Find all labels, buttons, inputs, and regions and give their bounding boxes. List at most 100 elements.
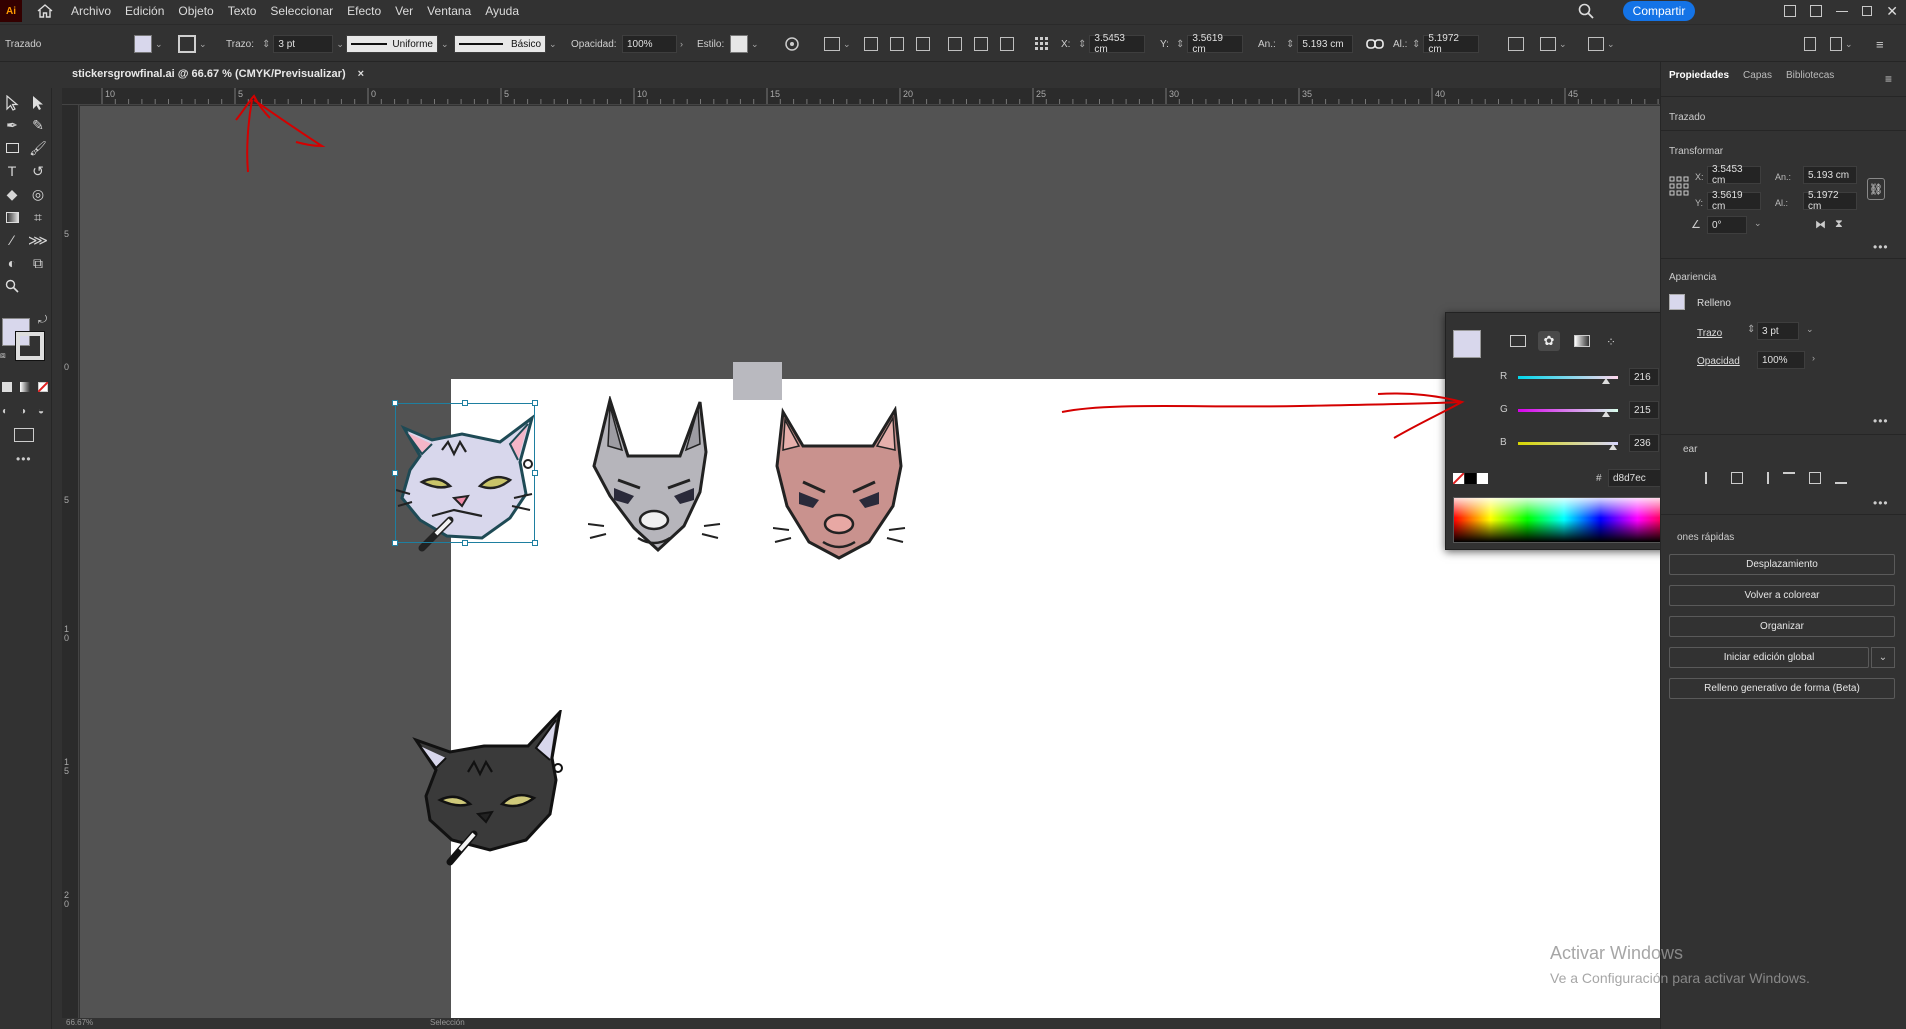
gradient-tab-icon[interactable] <box>1574 335 1590 347</box>
rotate-angle-field[interactable]: 0° <box>1707 216 1747 234</box>
menu-ver[interactable]: Ver <box>388 0 420 22</box>
align-bottom-icon[interactable] <box>1835 472 1847 484</box>
rectangle-tool-icon[interactable] <box>2 138 22 158</box>
align-left-icon[interactable] <box>864 35 878 53</box>
screen-mode-icon[interactable] <box>14 428 34 442</box>
none-mode-icon[interactable] <box>38 382 48 392</box>
mesh-tool-icon[interactable]: ⌗ <box>28 207 48 227</box>
align-right-icon[interactable] <box>1757 472 1769 484</box>
width-field[interactable]: 5.193 cm <box>1803 166 1857 184</box>
align-vcenter-icon[interactable] <box>1809 472 1821 484</box>
type-tool-icon[interactable]: T <box>2 161 22 181</box>
green-value-field[interactable]: 215 <box>1629 401 1659 419</box>
rotate-tool-icon[interactable]: ↺ <box>28 161 48 181</box>
current-fill-swatch[interactable] <box>1453 330 1481 358</box>
y-stepper[interactable]: ⇕ 3.5619 cm <box>1176 33 1244 55</box>
align-left-icon[interactable] <box>1705 472 1717 484</box>
blue-slider[interactable]: B 236 <box>1446 434 1684 452</box>
selection-tool-icon[interactable] <box>2 93 22 113</box>
stroke-stepper-icon[interactable]: ⇕ <box>1747 324 1755 335</box>
x-stepper[interactable]: ⇕ 3.5453 cm <box>1078 33 1146 55</box>
close-window-icon[interactable]: ✕ <box>1886 3 1898 20</box>
resize-handle[interactable] <box>462 540 468 546</box>
global-edit-dropdown-icon[interactable]: ⌄ <box>1871 647 1895 668</box>
blue-knob[interactable] <box>1609 444 1617 450</box>
color-mode-icon[interactable] <box>2 382 12 392</box>
horizontal-ruler[interactable]: 10 5 0 5 10 15 20 25 30 35 40 45 <box>62 88 1660 105</box>
variable-width-profile[interactable]: Uniforme ⌄ <box>346 35 449 53</box>
generative-shape-fill-button[interactable]: Relleno generativo de forma (Beta) <box>1669 678 1895 699</box>
white-swatch[interactable] <box>1477 473 1488 484</box>
arrange-icon[interactable] <box>1804 35 1816 53</box>
eyedropper-tool-icon[interactable]: ⁄ <box>2 230 22 250</box>
flip-horizontal-icon[interactable]: ⧓ <box>1815 218 1826 231</box>
align-hcenter-icon[interactable] <box>1731 472 1743 484</box>
green-slider[interactable]: G 215 <box>1446 401 1684 419</box>
menu-texto[interactable]: Texto <box>221 0 264 22</box>
draw-behind-icon[interactable]: ◑ <box>20 406 26 417</box>
red-slider[interactable]: R 216 <box>1446 368 1684 386</box>
tab-propiedades[interactable]: Propiedades <box>1669 70 1729 90</box>
graphic-style-swatch[interactable]: ⌄ <box>730 35 759 53</box>
share-button[interactable]: Compartir <box>1623 1 1695 21</box>
close-tab-icon[interactable]: × <box>358 68 364 80</box>
current-tool-status[interactable]: Selección <box>430 1018 465 1027</box>
curvature-tool-icon[interactable]: ✎ <box>28 115 48 135</box>
width-stepper[interactable]: ⇕ 5.193 cm <box>1286 35 1354 53</box>
stroke-weight-stepper[interactable]: ⇕ 3 pt ⌄ <box>262 35 344 53</box>
align-bottom-icon[interactable] <box>1000 35 1014 53</box>
resize-handle[interactable] <box>462 400 468 406</box>
reference-point-icon[interactable] <box>1034 35 1050 53</box>
selection-bounding-box[interactable] <box>392 400 538 546</box>
recolor-button[interactable]: Volver a colorear <box>1669 585 1895 606</box>
resize-handle[interactable] <box>532 540 538 546</box>
opacity-label[interactable]: Opacidad <box>1697 356 1740 367</box>
gray-rectangle-shape[interactable] <box>733 362 782 400</box>
stroke-swatch-control[interactable]: ⌄ <box>178 35 207 53</box>
shape-builder-icon[interactable]: ⌄ <box>1540 35 1567 53</box>
default-colors-icon[interactable]: ⧈ <box>0 350 6 361</box>
brush-definition[interactable]: Básico ⌄ <box>454 35 557 53</box>
align-to-icon[interactable]: ⌄ <box>824 35 851 53</box>
swap-fill-stroke-icon[interactable]: ⤾ <box>38 314 47 327</box>
direct-selection-tool-icon[interactable] <box>28 93 48 113</box>
menu-archivo[interactable]: Archivo <box>64 0 118 22</box>
resize-handle[interactable] <box>392 540 398 546</box>
black-cat-sticker[interactable] <box>410 710 565 872</box>
puppet-warp-icon[interactable]: ⌄ <box>1588 35 1615 53</box>
red-knob[interactable] <box>1602 378 1610 384</box>
draw-inside-icon[interactable]: ◒ <box>38 406 44 417</box>
align-right-icon[interactable] <box>916 35 930 53</box>
gradient-mode-icon[interactable] <box>20 382 30 392</box>
color-mixer-tab-icon[interactable]: ✿ <box>1538 331 1560 351</box>
height-field[interactable]: 5.1972 cm <box>1803 190 1857 212</box>
blue-value-field[interactable]: 236 <box>1629 434 1659 452</box>
opacity-field[interactable]: 100% <box>1757 351 1805 369</box>
opacity-expand-icon[interactable]: › <box>1812 353 1815 363</box>
document-tab[interactable]: stickersgrowfinal.ai @ 66.67 % (CMYK/Pre… <box>62 62 372 86</box>
angle-dropdown-icon[interactable]: ⌄ <box>1754 218 1762 229</box>
eraser-tool-icon[interactable]: ◆ <box>2 184 22 204</box>
none-swatch[interactable] <box>1453 473 1464 484</box>
panel-menu-icon[interactable]: ≡ <box>1885 72 1893 86</box>
tab-capas[interactable]: Capas <box>1743 70 1772 90</box>
flip-vertical-icon[interactable]: ⧗ <box>1835 218 1843 231</box>
transform-icon[interactable] <box>1508 35 1524 53</box>
menu-efecto[interactable]: Efecto <box>340 0 388 22</box>
stroke-weight-field[interactable]: 3 pt <box>273 35 334 53</box>
stroke-swatch[interactable] <box>15 331 45 361</box>
blend-tool-icon[interactable]: ⋙ <box>28 230 48 250</box>
x-field[interactable]: 3.5453 cm <box>1089 33 1146 55</box>
resize-handle[interactable] <box>392 470 398 476</box>
x-field[interactable]: 3.5453 cm <box>1707 164 1761 186</box>
arrange-button[interactable]: Organizar <box>1669 616 1895 637</box>
gray-dog-sticker[interactable] <box>588 396 723 564</box>
stroke-label[interactable]: Trazo <box>1697 328 1722 339</box>
hex-value-field[interactable]: d8d7ec <box>1608 469 1666 487</box>
blue-track[interactable] <box>1518 442 1618 445</box>
align-top-icon[interactable] <box>948 35 962 53</box>
stroke-weight-field[interactable]: 3 pt <box>1757 322 1799 340</box>
align-top-icon[interactable] <box>1783 472 1795 484</box>
warp-tool-icon[interactable]: ◎ <box>28 184 48 204</box>
menu-seleccionar[interactable]: Seleccionar <box>263 0 340 22</box>
